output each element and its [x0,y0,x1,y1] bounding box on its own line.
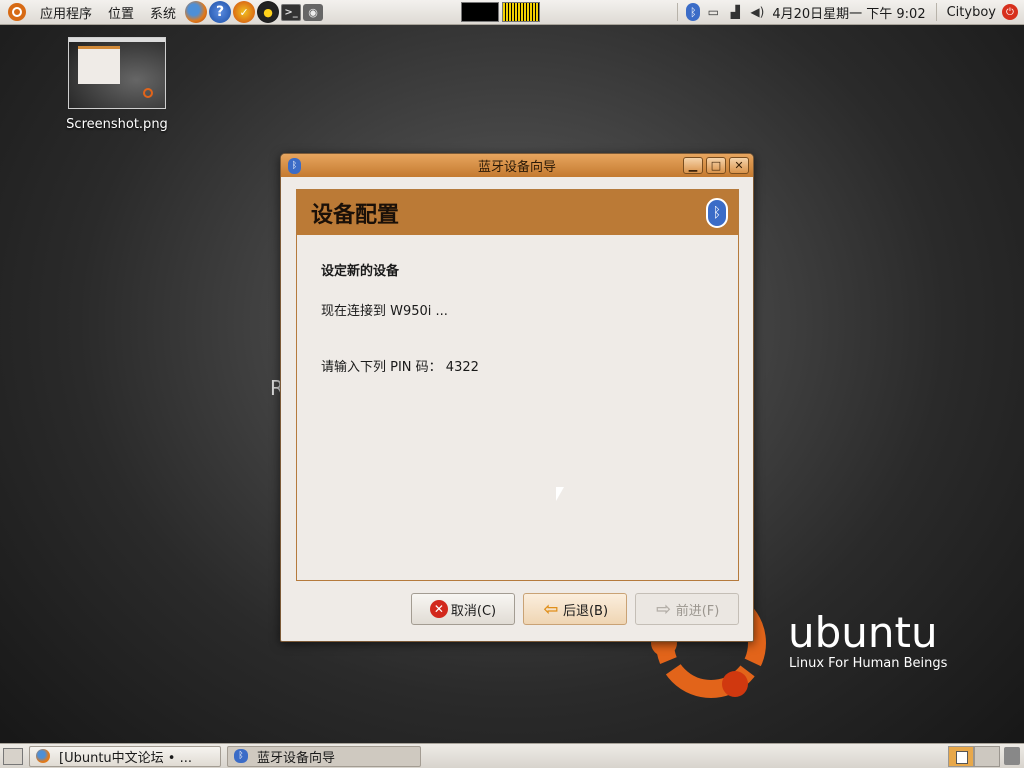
section-title: 设定新的设备 [321,264,400,279]
wallpaper-wordmark: ubuntu [788,608,938,657]
printer-tray-icon[interactable]: ▭ [704,3,722,21]
wizard-header-title: 设备配置 [311,202,400,228]
menu-places[interactable]: 位置 [100,0,142,25]
workspace-2[interactable] [974,745,1000,767]
taskbar-item-label: 蓝牙设备向导 [257,750,336,766]
arrow-left-icon: ⇦ [543,598,559,620]
bluetooth-logo-icon: ᛒ [706,197,728,228]
close-button[interactable]: ✕ [729,157,749,174]
maximize-button[interactable]: □ [706,157,726,174]
menu-system[interactable]: 系统 [142,0,184,25]
cancel-button[interactable]: ✕ 取消(C) [411,593,515,625]
bluetooth-icon: ᛒ [288,157,301,174]
bluetooth-icon: ᛒ [234,749,248,763]
pin-code-text: 请输入下列 PIN 码： 4322 [321,360,479,375]
volume-icon[interactable]: ◀) [748,3,766,21]
thumbnail-window [78,46,120,84]
ubuntu-logo-icon[interactable] [8,3,26,21]
mouse-pointer-icon [556,487,564,501]
cancel-button-label: 取消(C) [450,603,497,619]
image-thumbnail [68,37,166,109]
show-desktop-button[interactable] [3,747,23,765]
minimize-button[interactable]: ▁ [683,157,703,174]
network-monitor-graph[interactable] [502,2,541,22]
desktop-icon-screenshot[interactable]: Screenshot.png [60,37,174,132]
user-menu[interactable]: Cityboy [943,5,1000,20]
connection-status: 现在连接到 W950i ... [321,304,448,319]
window-controls: ▁ □ ✕ [680,157,749,174]
screenshot-camera-icon[interactable]: ◉ [303,3,324,21]
taskbar-item-bluetooth-wizard[interactable]: ᛒ 蓝牙设备向导 [227,745,421,767]
wallpaper-tagline: Linux For Human Beings [789,656,948,671]
wizard-page: 设备配置 ᛒ 设定新的设备 现在连接到 W950i ... 请输入下列 PIN … [296,189,739,581]
firefox-icon[interactable] [185,1,208,23]
cancel-icon: ✕ [429,600,448,618]
back-button[interactable]: ⇦ 后退(B) [523,593,627,625]
back-button-label: 后退(B) [562,603,609,619]
firefox-icon [36,749,50,763]
power-icon[interactable]: ⏻ [1002,4,1018,20]
forward-button[interactable]: ⇨ 前进(F) [635,593,739,625]
bluetooth-tray-icon[interactable]: ᛒ [686,3,701,21]
security-shield-icon[interactable]: ✓ [233,1,256,23]
clock[interactable]: 4月20日星期一 下午 9:02 [768,3,929,22]
qq-icon[interactable]: ● [257,1,280,23]
bottom-panel: [Ubuntu中文论坛 • ... ᛒ 蓝牙设备向导 [0,743,1024,768]
bluetooth-wizard-dialog: ᛒ 蓝牙设备向导 ▁ □ ✕ 设备配置 ᛒ 设定新的设备 现在连接到 W950i… [280,153,754,642]
panel-separator [677,3,679,21]
window-titlebar[interactable]: ᛒ 蓝牙设备向导 ▁ □ ✕ [281,154,753,177]
arrow-right-icon: ⇨ [656,598,672,620]
forward-button-label: 前进(F) [675,603,720,619]
panel-separator-2 [935,3,937,21]
system-monitor-graph[interactable] [461,2,500,22]
top-panel: 应用程序 位置 系统 ? ✓ ● >_ ◉ ᛒ ▭ ▟ ◀) 4月20日星期一 … [0,0,1024,25]
trash-icon[interactable] [1004,747,1020,765]
desktop-icon-label: Screenshot.png [66,117,168,132]
thumbnail-logo-icon [143,88,153,98]
taskbar-item-browser[interactable]: [Ubuntu中文论坛 • ... [29,745,221,767]
dialog-button-row: ✕ 取消(C) ⇦ 后退(B) ⇨ 前进(F) [411,593,747,625]
workspace-1[interactable] [948,745,974,767]
menu-applications[interactable]: 应用程序 [32,0,100,25]
taskbar-item-label: [Ubuntu中文论坛 • ... [59,750,192,766]
wizard-header: 设备配置 ᛒ [297,190,738,235]
help-icon[interactable]: ? [209,1,232,23]
workspace-switcher [948,745,1000,767]
network-signal-icon[interactable]: ▟ [726,3,744,21]
thumbnail-panel [69,38,165,42]
terminal-icon[interactable]: >_ [281,3,302,21]
